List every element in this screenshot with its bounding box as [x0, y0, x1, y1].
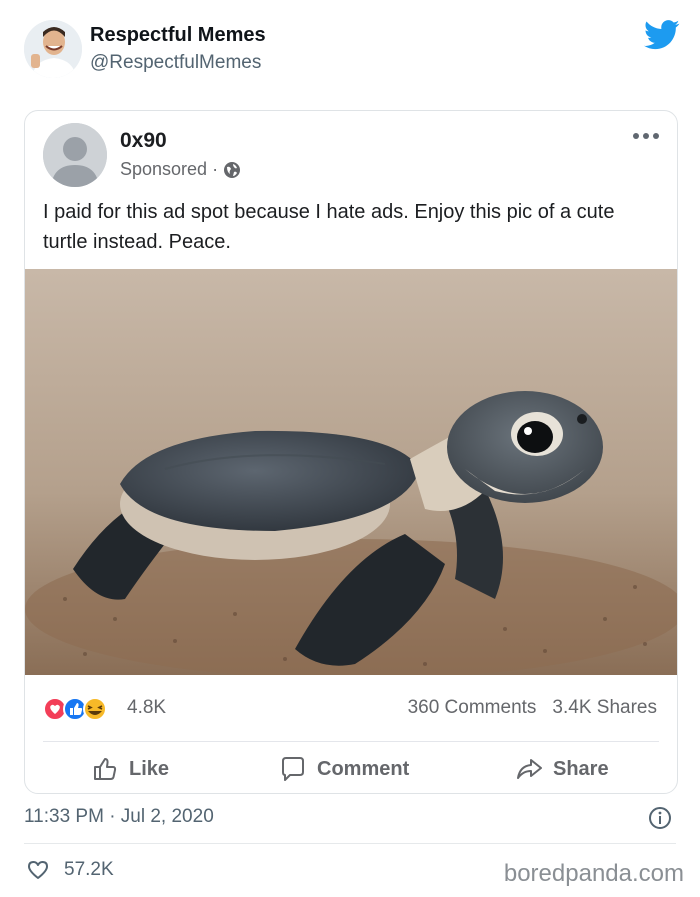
tweet-timestamp[interactable]: 11:33 PM · Jul 2, 2020 — [24, 806, 214, 828]
turtle-photo[interactable] — [25, 269, 677, 675]
shares-count[interactable]: 3.4K Shares — [552, 697, 657, 719]
comments-count[interactable]: 360 Comments — [408, 697, 537, 719]
info-icon[interactable] — [648, 806, 672, 830]
heart-icon — [28, 861, 48, 879]
tweet-like-button[interactable]: 57.2K — [26, 858, 114, 882]
reactions-count[interactable]: 4.8K — [127, 697, 166, 719]
like-reaction-icon — [63, 697, 87, 721]
like-label: Like — [129, 757, 170, 780]
love-reaction-icon — [43, 697, 67, 721]
actions-divider — [43, 741, 659, 742]
more-options-icon[interactable] — [633, 133, 659, 139]
reactions-row: 4.8K 360 Comments 3.4K Shares — [25, 675, 677, 739]
globe-icon — [224, 161, 241, 178]
share-arrow-icon — [517, 759, 542, 779]
engagement-counts: 360 Comments 3.4K Shares — [408, 697, 657, 719]
tweet-header: Respectful Memes @RespectfulMemes — [24, 16, 680, 80]
thumbs-up-icon — [94, 758, 117, 780]
post-meta: Sponsored · — [120, 159, 241, 180]
twitter-bird-icon[interactable] — [644, 20, 680, 50]
tweet-divider — [24, 843, 676, 844]
post-actions: Like Comment Share — [25, 747, 677, 791]
comment-label: Comment — [317, 757, 410, 780]
reaction-icons[interactable] — [43, 697, 121, 721]
facebook-post-card: 0x90 Sponsored · I paid for this ad spot… — [24, 110, 678, 794]
author-handle[interactable]: @RespectfulMemes — [90, 52, 261, 74]
share-button[interactable]: Share — [515, 755, 609, 783]
tweet-like-count: 57.2K — [64, 859, 114, 880]
watermark: boredpanda.com — [503, 860, 684, 887]
author-name[interactable]: Respectful Memes — [90, 24, 266, 47]
page-name[interactable]: 0x90 — [120, 129, 167, 153]
post-text: I paid for this ad spot because I hate a… — [43, 201, 615, 253]
share-label: Share — [553, 757, 609, 780]
meta-separator: · — [212, 159, 219, 179]
comment-bubble-icon — [282, 757, 304, 781]
sponsored-label[interactable]: Sponsored — [120, 159, 207, 180]
like-button[interactable]: Like — [91, 755, 169, 783]
author-avatar[interactable] — [24, 20, 82, 78]
page-avatar[interactable] — [43, 123, 107, 187]
comment-button[interactable]: Comment — [279, 755, 409, 783]
haha-reaction-icon — [83, 697, 107, 721]
